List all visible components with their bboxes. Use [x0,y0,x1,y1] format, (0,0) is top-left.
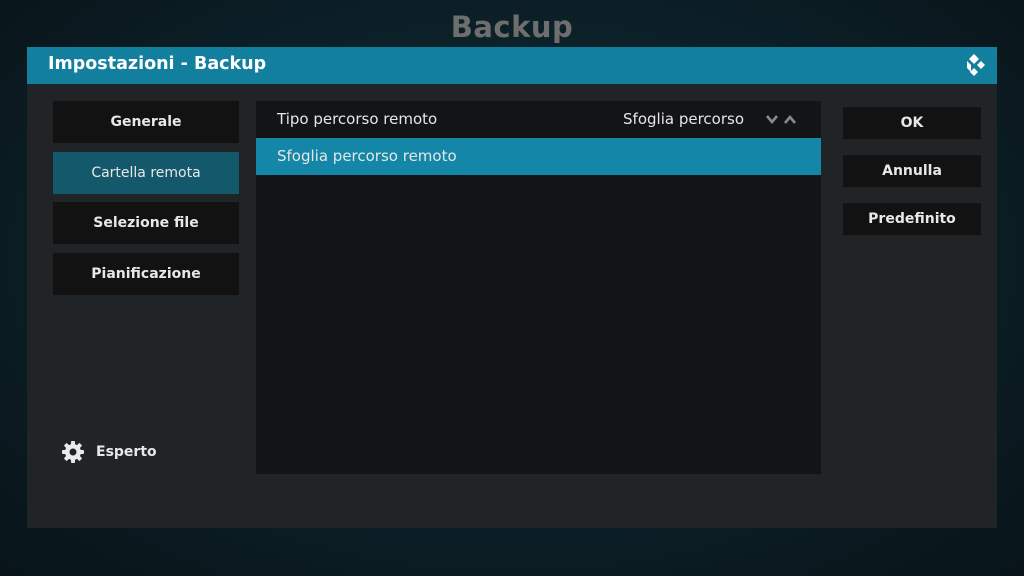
page-title: Backup [450,10,574,44]
default-button[interactable]: Predefinito [843,203,981,235]
cancel-button[interactable]: Annulla [843,155,981,187]
spinner-arrows-icon[interactable] [765,113,801,127]
setting-sfoglia-percorso-remoto[interactable]: Sfoglia percorso remoto [256,138,821,175]
settings-list: Tipo percorso remoto Sfoglia percorso Sf… [256,101,821,474]
settings-level-button[interactable]: Esperto [61,440,157,464]
category-pianificazione[interactable]: Pianificazione [53,253,239,295]
kodi-logo-icon [967,54,985,76]
category-cartella-remota[interactable]: Cartella remota [53,152,239,194]
settings-dialog: Impostazioni - Backup Generale Cartella … [27,47,997,528]
category-generale[interactable]: Generale [53,101,239,143]
category-label: Pianificazione [91,266,201,282]
ok-button[interactable]: OK [843,107,981,139]
setting-value: Sfoglia percorso [623,110,744,128]
setting-tipo-percorso-remoto[interactable]: Tipo percorso remoto Sfoglia percorso [256,101,821,138]
dialog-header: Impostazioni - Backup [27,47,997,84]
category-selezione-file[interactable]: Selezione file [53,202,239,244]
gear-icon [62,441,84,463]
settings-level-label: Esperto [96,444,157,460]
setting-label: Sfoglia percorso remoto [277,147,457,165]
dialog-title: Impostazioni - Backup [48,54,267,74]
setting-label: Tipo percorso remoto [277,110,438,128]
category-label: Selezione file [93,215,199,231]
category-label: Cartella remota [91,165,201,181]
category-label: Generale [110,114,182,130]
